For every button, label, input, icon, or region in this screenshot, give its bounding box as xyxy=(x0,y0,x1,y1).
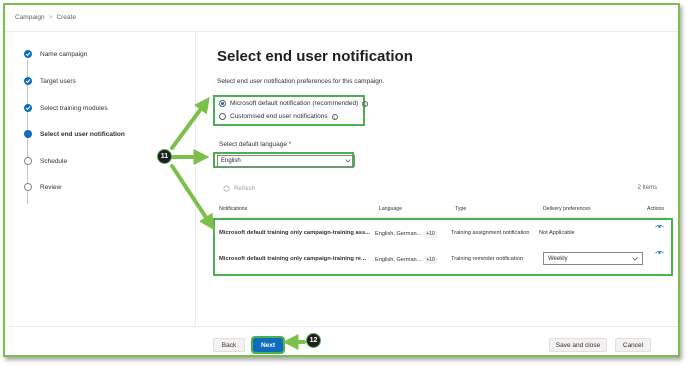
notification-type: Training reminder notification xyxy=(451,256,523,262)
language-more-badge[interactable]: +10 xyxy=(423,256,438,264)
item-count: 2 items xyxy=(637,185,657,191)
check-icon xyxy=(24,77,32,85)
radio-label: Customised end user notifications xyxy=(230,113,328,120)
pending-step-icon xyxy=(24,157,32,165)
column-type[interactable]: Type xyxy=(455,206,466,212)
radio-selected-icon xyxy=(219,100,226,107)
breadcrumb-create: Create xyxy=(56,14,76,21)
notification-language: English, German... +10 xyxy=(375,256,438,264)
back-button[interactable]: Back xyxy=(213,338,245,352)
radio-customised[interactable]: Customised end user notifications i xyxy=(219,113,338,120)
notification-options-highlight: Microsoft default notification (recommen… xyxy=(213,95,369,126)
step-name-campaign[interactable]: Name campaign xyxy=(24,50,87,58)
delivery-preference-select[interactable]: Weekly xyxy=(543,252,643,265)
table-row[interactable]: Microsoft default training only campaign… xyxy=(219,248,667,274)
table-header: Notifications Language Type Delivery pre… xyxy=(219,205,667,218)
language-value: English xyxy=(221,158,241,164)
footer-divider xyxy=(5,326,678,327)
current-step-icon xyxy=(24,130,32,138)
delivery-value: Weekly xyxy=(548,255,568,262)
step-label: Schedule xyxy=(40,157,68,165)
notification-name[interactable]: Microsoft default training only campaign… xyxy=(219,256,373,262)
refresh-icon xyxy=(223,185,230,192)
step-schedule[interactable]: Schedule xyxy=(24,157,67,165)
notifications-table-highlight: Microsoft default training only campaign… xyxy=(213,218,673,276)
callout-12: 12 xyxy=(306,333,321,348)
notification-language: English, German... +10 xyxy=(375,230,438,238)
eye-icon[interactable] xyxy=(655,224,664,230)
breadcrumb: Campaign > Create xyxy=(15,14,76,21)
step-label: Select training modules xyxy=(40,104,108,112)
refresh-button[interactable]: Refresh xyxy=(223,185,255,192)
check-icon xyxy=(24,50,32,58)
refresh-label: Refresh xyxy=(234,185,256,192)
step-label: Select end user notification xyxy=(40,130,125,138)
notification-type: Training assignment notification xyxy=(451,230,530,236)
column-delivery-preferences[interactable]: Delivery preferences xyxy=(543,206,591,212)
step-review[interactable]: Review xyxy=(24,183,61,191)
radio-microsoft-default[interactable]: Microsoft default notification (recommen… xyxy=(219,100,369,107)
language-select-highlight: English xyxy=(213,152,355,168)
eye-icon[interactable] xyxy=(655,250,664,256)
step-target-users[interactable]: Target users xyxy=(24,77,76,85)
step-label: Name campaign xyxy=(40,50,88,58)
check-icon xyxy=(24,104,32,112)
wizard-steps: Name campaign Target users Select traini… xyxy=(5,32,196,327)
column-language[interactable]: Language xyxy=(379,206,402,212)
app-window: Campaign > Create Name campaign Target u… xyxy=(3,3,680,357)
page-title: Select end user notification xyxy=(217,48,413,65)
delivery-preference: Not Applicable xyxy=(539,230,575,236)
info-icon[interactable]: i xyxy=(362,100,369,107)
step-select-end-user-notification[interactable]: Select end user notification xyxy=(24,130,125,138)
column-actions: Actions xyxy=(647,206,665,212)
page-subtitle: Select end user notification preferences… xyxy=(217,78,385,85)
breadcrumb-separator: > xyxy=(48,14,53,21)
language-select[interactable]: English xyxy=(217,155,355,167)
cancel-button[interactable]: Cancel xyxy=(615,338,651,352)
callout-11: 11 xyxy=(157,149,172,164)
radio-label: Microsoft default notification (recommen… xyxy=(230,100,359,107)
language-list: English, German... xyxy=(375,257,422,263)
required-mark: * xyxy=(288,141,292,148)
language-more-badge[interactable]: +10 xyxy=(423,230,438,238)
column-notifications[interactable]: Notifications xyxy=(219,206,247,212)
step-label: Review xyxy=(40,183,62,191)
breadcrumb-campaign[interactable]: Campaign xyxy=(15,14,45,21)
next-button[interactable]: Next xyxy=(251,336,285,354)
language-list: English, German... xyxy=(375,231,422,237)
table-row[interactable]: Microsoft default training only campaign… xyxy=(219,222,667,248)
pending-step-icon xyxy=(24,183,32,191)
notification-name[interactable]: Microsoft default training only campaign… xyxy=(219,230,373,236)
step-label: Target users xyxy=(40,77,76,85)
step-select-training-modules[interactable]: Select training modules xyxy=(24,104,108,112)
radio-unselected-icon xyxy=(219,113,226,120)
info-icon[interactable]: i xyxy=(331,113,338,120)
chevron-down-icon xyxy=(632,256,638,261)
save-and-close-button[interactable]: Save and close xyxy=(549,338,607,352)
language-label: Select default language * xyxy=(219,141,291,148)
language-label-text: Select default language xyxy=(219,141,287,148)
chevron-down-icon xyxy=(345,159,351,163)
